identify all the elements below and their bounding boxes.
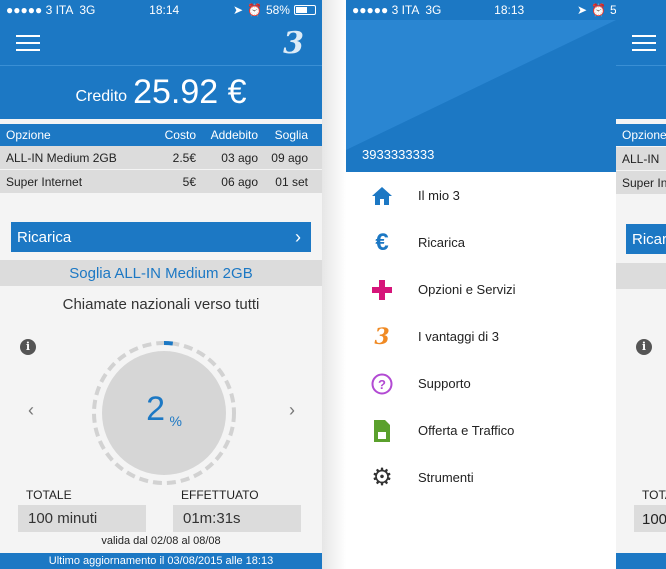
options-table-header: Opzione Costo Addebito Soglia <box>0 124 322 146</box>
effettuato-value: 01m:31s <box>173 505 301 532</box>
effettuato-label: EFFETTUATO <box>181 488 259 502</box>
gauge-value: 2 <box>146 390 165 428</box>
cell-costo: 5€ <box>182 174 196 189</box>
euro-icon: € <box>375 228 389 256</box>
home-icon <box>346 186 418 206</box>
alarm-icon: ⏰ <box>591 3 606 17</box>
header-soglia: Soglia <box>274 128 308 142</box>
cell-opzione: Super Internet <box>6 174 83 189</box>
menu-item-label: Ricarica <box>418 235 465 250</box>
app-bar <box>616 20 666 65</box>
menu-item-label: Offerta e Traffico <box>418 423 515 438</box>
credit-label: Credito <box>75 87 128 105</box>
cell-soglia: 01 set <box>275 174 308 189</box>
totale-value: 100 minuti <box>18 505 146 532</box>
status-bar <box>616 0 666 20</box>
gear-icon: ⚙ <box>371 464 393 491</box>
help-icon: ? <box>346 373 418 395</box>
cell-addebito: 03 ago <box>221 150 258 165</box>
cell-soglia: 09 ago <box>271 150 308 165</box>
gauge-progress-arc <box>163 341 174 346</box>
menu-item-label: Supporto <box>418 376 471 391</box>
cell-opzione: ALL-IN <box>622 152 660 166</box>
header-addebito: Addebito <box>210 128 258 142</box>
app-bar: 3 <box>0 20 322 65</box>
table-row[interactable]: Super Internet 5€ 06 ago 01 set <box>0 170 322 194</box>
table-row[interactable]: ALL-IN Medium 2GB 2.5€ 03 ago 09 ago <box>0 146 322 170</box>
sim-icon <box>346 419 418 442</box>
plus-icon <box>346 279 418 300</box>
network-label: 3G <box>79 3 96 17</box>
battery-icon <box>293 5 316 15</box>
location-icon: ➤ <box>576 3 587 17</box>
cell-costo: 2.5€ <box>172 150 196 165</box>
totale-value-text: 100 <box>642 511 666 528</box>
ricarica-label: Ricar <box>632 231 666 248</box>
totale-label: TOTALE <box>26 488 72 502</box>
cell-opzione: Super In <box>622 176 666 190</box>
gauge-readout: 2 % <box>90 390 238 429</box>
credit-screen: ●●●●● 3 ITA 3G 18:14 ➤ ⏰ 58% 3 Credito 2… <box>0 0 322 569</box>
chevron-right-icon[interactable]: › <box>289 400 295 421</box>
network-label: 3G <box>425 3 442 17</box>
cell-opzione: ALL-IN Medium 2GB <box>6 150 117 165</box>
phone-number: 3933333333 <box>362 147 435 162</box>
svg-text:?: ? <box>378 377 386 392</box>
battery-label: 58% <box>265 3 290 17</box>
header-costo: Costo <box>164 128 196 142</box>
last-update-footer: Ultimo aggiornamento il 03/08/2015 alle … <box>0 553 322 569</box>
menu-item-label: Opzioni e Servizi <box>418 282 516 297</box>
clock-label: 18:14 <box>149 3 180 17</box>
validity-text: valida dal 02/08 al 08/08 <box>101 535 221 547</box>
gauge-title: Chiamate nazionali verso tutti <box>62 296 260 313</box>
header-opzione: Opzione <box>622 128 666 142</box>
chevron-left-icon[interactable]: ‹ <box>28 400 34 421</box>
ricarica-label: Ricarica <box>17 228 72 246</box>
totale-label: TOTA <box>642 488 666 502</box>
menu-item-label: Il mio 3 <box>418 188 460 203</box>
header-opzione: Opzione <box>6 128 51 142</box>
carrier-label: ●●●●● 3 ITA <box>352 3 420 17</box>
logo-3-icon: 3 <box>374 323 390 350</box>
status-bar: ●●●●● 3 ITA 3G 18:14 ➤ ⏰ 58% <box>0 0 322 20</box>
credit-value: 25.92 € <box>133 73 247 111</box>
separator <box>322 0 346 569</box>
alarm-icon: ⏰ <box>247 3 262 17</box>
cell-addebito: 06 ago <box>221 174 258 189</box>
ricarica-button[interactable]: Ricarica › <box>11 222 311 252</box>
logo-3-icon: 3 <box>283 26 304 61</box>
menu-item-label: I vantaggi di 3 <box>418 329 499 344</box>
carrier-label: ●●●●● 3 ITA <box>6 3 74 17</box>
soglia-title <box>616 263 666 289</box>
hamburger-menu-icon[interactable] <box>16 35 40 51</box>
menu-item-label: Strumenti <box>418 470 474 485</box>
soglia-title: Soglia ALL-IN Medium 2GB <box>0 260 322 286</box>
gauge-unit: % <box>169 413 182 429</box>
location-icon: ➤ <box>232 3 243 17</box>
info-icon[interactable]: i <box>636 339 652 355</box>
clock-label: 18:13 <box>494 3 525 17</box>
credit-panel <box>616 65 666 119</box>
last-update-footer <box>616 553 666 569</box>
credit-panel: Credito 25.92 € <box>0 65 322 119</box>
info-icon[interactable]: i <box>20 339 36 355</box>
chevron-right-icon: › <box>295 226 301 247</box>
credit-screen-peek: Opzione ALL-IN Super In Ricar i TOTA 100 <box>616 0 666 569</box>
hamburger-menu-icon[interactable] <box>632 35 656 51</box>
